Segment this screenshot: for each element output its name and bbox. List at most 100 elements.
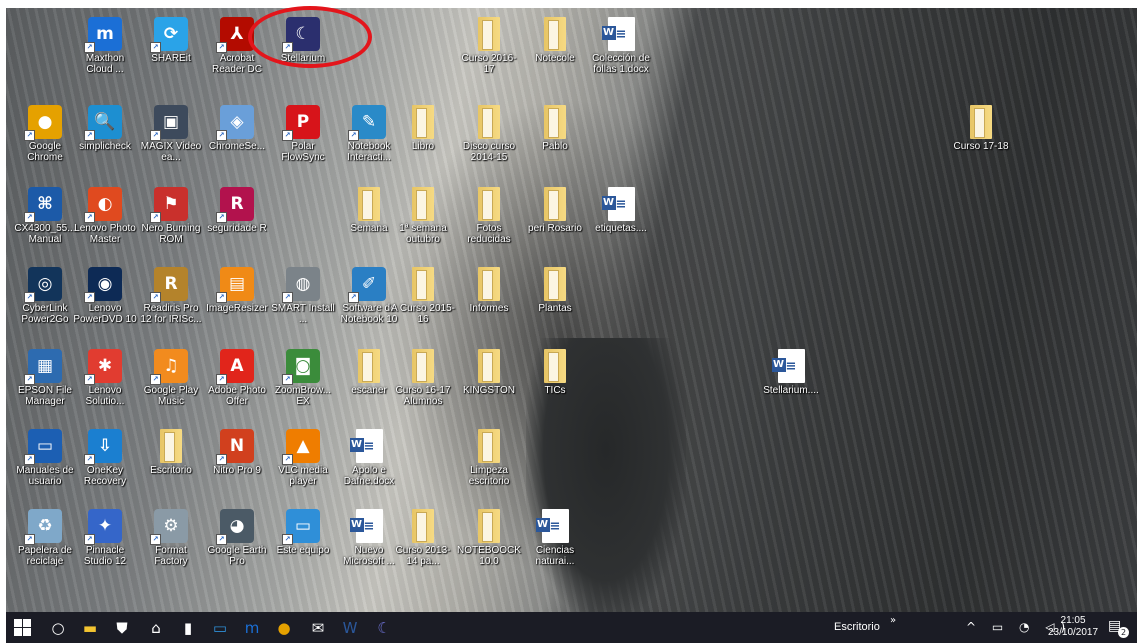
this-pc-button[interactable]: ▭ <box>204 612 236 643</box>
folder-icon <box>412 509 434 543</box>
mail-button[interactable]: ✉ <box>302 612 334 643</box>
desktop-icon-label: 1ª semana outubro <box>399 223 447 245</box>
icon-apolo-e-dafne[interactable]: ≡Apolo e Dafne.docx <box>336 426 402 500</box>
icon-ciencias-naturais[interactable]: ≡Ciencias naturai... <box>522 506 588 580</box>
desktop-icon-label: Escritorio <box>150 465 192 476</box>
icon-libro[interactable]: Libro <box>390 102 456 176</box>
desktop-icon-label: peri Rosario <box>528 223 582 234</box>
icon-tics[interactable]: TICs <box>522 346 588 420</box>
shortcut-arrow-icon: ↗ <box>150 292 161 303</box>
desktop-toolbar-label[interactable]: Escritorio <box>834 621 880 633</box>
icon-google-chrome[interactable]: ● ↗ Google Chrome <box>12 102 78 176</box>
desktop-icon-label: Informes <box>469 303 509 314</box>
desktop-icon-label: Lenovo Solutio... <box>85 385 125 407</box>
icon-notecole[interactable]: Notecole <box>522 14 588 88</box>
chrome-button[interactable]: ● <box>268 612 300 643</box>
start-button[interactable] <box>6 612 38 643</box>
document-button[interactable]: ▮ <box>172 612 204 643</box>
home-icon: ⌂ <box>151 618 161 637</box>
icon-stellarium-doc[interactable]: ≡ Stellarium.... <box>758 346 824 420</box>
desktop-icon-label: simplicheck <box>79 141 131 152</box>
icon-este-equipo[interactable]: ▭ ↗ Este equipo <box>270 506 336 580</box>
icon-etiquetas[interactable]: ≡ etiquetas.... <box>588 184 654 258</box>
icon-curso-17-18[interactable]: Curso 17-18 <box>948 102 1014 176</box>
icon-pablo[interactable]: Pablo <box>522 102 588 176</box>
desktop-icon-label: VLC media player <box>278 465 328 487</box>
icon-zoombrowser-ex[interactable]: ◙ ↗ ZoomBrow... EX <box>270 346 336 420</box>
icon-onekey-recovery[interactable]: ⇩ ↗ OneKey Recovery <box>72 426 138 500</box>
icon-vlc-media-player[interactable]: ▲ ↗ VLC media player <box>270 426 336 500</box>
folder-icon <box>358 349 380 383</box>
cortana-search-button[interactable]: ○ <box>42 612 74 643</box>
icon-kingston[interactable]: KINGSTON <box>456 346 522 420</box>
desktop-icon-label: Curso 16-17 Alumnos <box>395 385 451 407</box>
desktop-icon-label: Polar FlowSync <box>281 141 325 163</box>
desktop-icon-label: Manuales de usuario <box>16 465 74 487</box>
icon-smart-install[interactable]: ◍ ↗ SMART Install ... <box>270 264 336 338</box>
desktop-icon-label: TICs <box>544 385 566 396</box>
icon-readiris-pro[interactable]: R ↗ Readiris Pro 12 for IRISc... <box>138 264 204 338</box>
icon-peri-rosario[interactable]: peri Rosario <box>522 184 588 258</box>
file-explorer-button[interactable]: ▬ <box>74 612 106 643</box>
icon-lenovo-photo-master[interactable]: ◐ ↗ Lenovo Photo Master <box>72 184 138 258</box>
home-button[interactable]: ⌂ <box>140 612 172 643</box>
folder-icon <box>412 349 434 383</box>
icon-simplicheck[interactable]: 🔍 ↗ simplicheck <box>72 102 138 176</box>
icon-imageresizer[interactable]: ▤ ↗ ImageResizer <box>204 264 270 338</box>
icon-cyberlink-power2go[interactable]: ◎ ↗ CyberLink Power2Go <box>12 264 78 338</box>
icon-a-curso-2015-16[interactable]: A Curso 2015-16 <box>390 264 456 338</box>
icon-format-factory[interactable]: ⚙ ↗ Format Factory <box>138 506 204 580</box>
icon-lenovo-solutions[interactable]: ✱ ↗ Lenovo Solutio... <box>72 346 138 420</box>
recycle-bin-icon: ♻ ↗ <box>24 509 62 545</box>
folder-icon <box>544 105 566 139</box>
icon-curso-2016-17[interactable]: Curso 2016-17 <box>456 14 522 88</box>
taskbar-clock[interactable]: 21:05 23/10/2017 <box>1048 615 1098 639</box>
word-button[interactable]: W <box>334 612 366 643</box>
maxthon-button[interactable]: m <box>236 612 268 643</box>
icon-coleccion-follas[interactable]: ≡Colección de follas 1.docx <box>588 14 654 88</box>
icon-chromese[interactable]: ◈ ↗ ChromeSe... <box>204 102 270 176</box>
shortcut-arrow-icon: ↗ <box>150 130 161 141</box>
stellarium-button[interactable]: ☾ <box>368 612 400 643</box>
icon-informes[interactable]: Informes <box>456 264 522 338</box>
icon-curso-16-17-alumnos[interactable]: Curso 16-17 Alumnos <box>390 346 456 420</box>
icon-plantas[interactable]: Plantas <box>522 264 588 338</box>
notification-count-badge: 2 <box>1118 627 1129 638</box>
desktop-icon-label: Readiris Pro 12 for IRISc... <box>140 303 202 325</box>
icon-notebook-10[interactable]: NOTEBOOCK 10.0 <box>456 506 522 580</box>
desktop-icon-label: Apolo e Dafne.docx <box>343 465 395 487</box>
icon-limpeza-escritorio[interactable]: Limpeza escritorio <box>456 426 522 500</box>
icon-nitro-pro-9[interactable]: N ↗ Nitro Pro 9 <box>204 426 270 500</box>
icon-curso-2013-14[interactable]: Curso 2013-14 pa... <box>390 506 456 580</box>
icon-papelera-reciclaje[interactable]: ♻ ↗ Papelera de reciclaje <box>12 506 78 580</box>
store-button[interactable]: ⛊ <box>106 612 138 643</box>
folder-icon <box>544 349 566 383</box>
icon-magix-video[interactable]: ▣ ↗ MAGIX Video ea... <box>138 102 204 176</box>
icon-adobe-photo-offer[interactable]: A ↗ Adobe Photo Offer <box>204 346 270 420</box>
folder-icon <box>358 187 380 221</box>
icon-escritorio[interactable]: Escritorio <box>138 426 204 500</box>
notebook-icon: ✎ ↗ <box>348 105 386 141</box>
icon-manuales-usuario[interactable]: ▭ ↗ Manuales de usuario <box>12 426 78 500</box>
icon-1-semana-outubro[interactable]: 1ª semana outubro <box>390 184 456 258</box>
icon-seguridade-r[interactable]: R ↗ seguridade R <box>204 184 270 258</box>
icon-google-earth-pro[interactable]: ◕ ↗ Google Earth Pro <box>204 506 270 580</box>
desktop-icon-label: etiquetas.... <box>595 223 647 234</box>
icon-disco-curso[interactable]: Disco curso 2014-15 <box>456 102 522 176</box>
icon-epson-file-manager[interactable]: ▦ ↗ EPSON File Manager <box>12 346 78 420</box>
icon-polar-flowsync[interactable]: P ↗ Polar FlowSync <box>270 102 336 176</box>
pinnacle-icon: ✦ ↗ <box>84 509 122 545</box>
icon-nero-burning-rom[interactable]: ⚑ ↗ Nero Burning ROM <box>138 184 204 258</box>
icon-maxthon[interactable]: m ↗ Maxthon Cloud ... <box>72 14 138 88</box>
icon-fotos-reducidas[interactable]: Fotos reducidas <box>456 184 522 258</box>
icon-cx4300-manual[interactable]: ⌘ ↗ CX4300_55... Manual <box>12 184 78 258</box>
icon-lenovo-powerdvd[interactable]: ◉ ↗ Lenovo PowerDVD 10 <box>72 264 138 338</box>
shortcut-arrow-icon: ↗ <box>216 534 227 545</box>
computer-icon: ▭ ↗ <box>282 509 320 545</box>
desktop-icon-label: Nero Burning ROM <box>141 223 201 245</box>
desktop[interactable]: m ↗ Maxthon Cloud ... ⟳ ↗ SHAREit ⅄ ↗ Acrobat Re… <box>6 8 1137 612</box>
toolbar-overflow-chevron-icon[interactable]: » <box>890 615 896 626</box>
icon-pinnacle-studio[interactable]: ✦ ↗ Pinnacle Studio 12 <box>72 506 138 580</box>
icon-shareit[interactable]: ⟳ ↗ SHAREit <box>138 14 204 88</box>
icon-google-play-music[interactable]: ♫ ↗ Google Play Music <box>138 346 204 420</box>
